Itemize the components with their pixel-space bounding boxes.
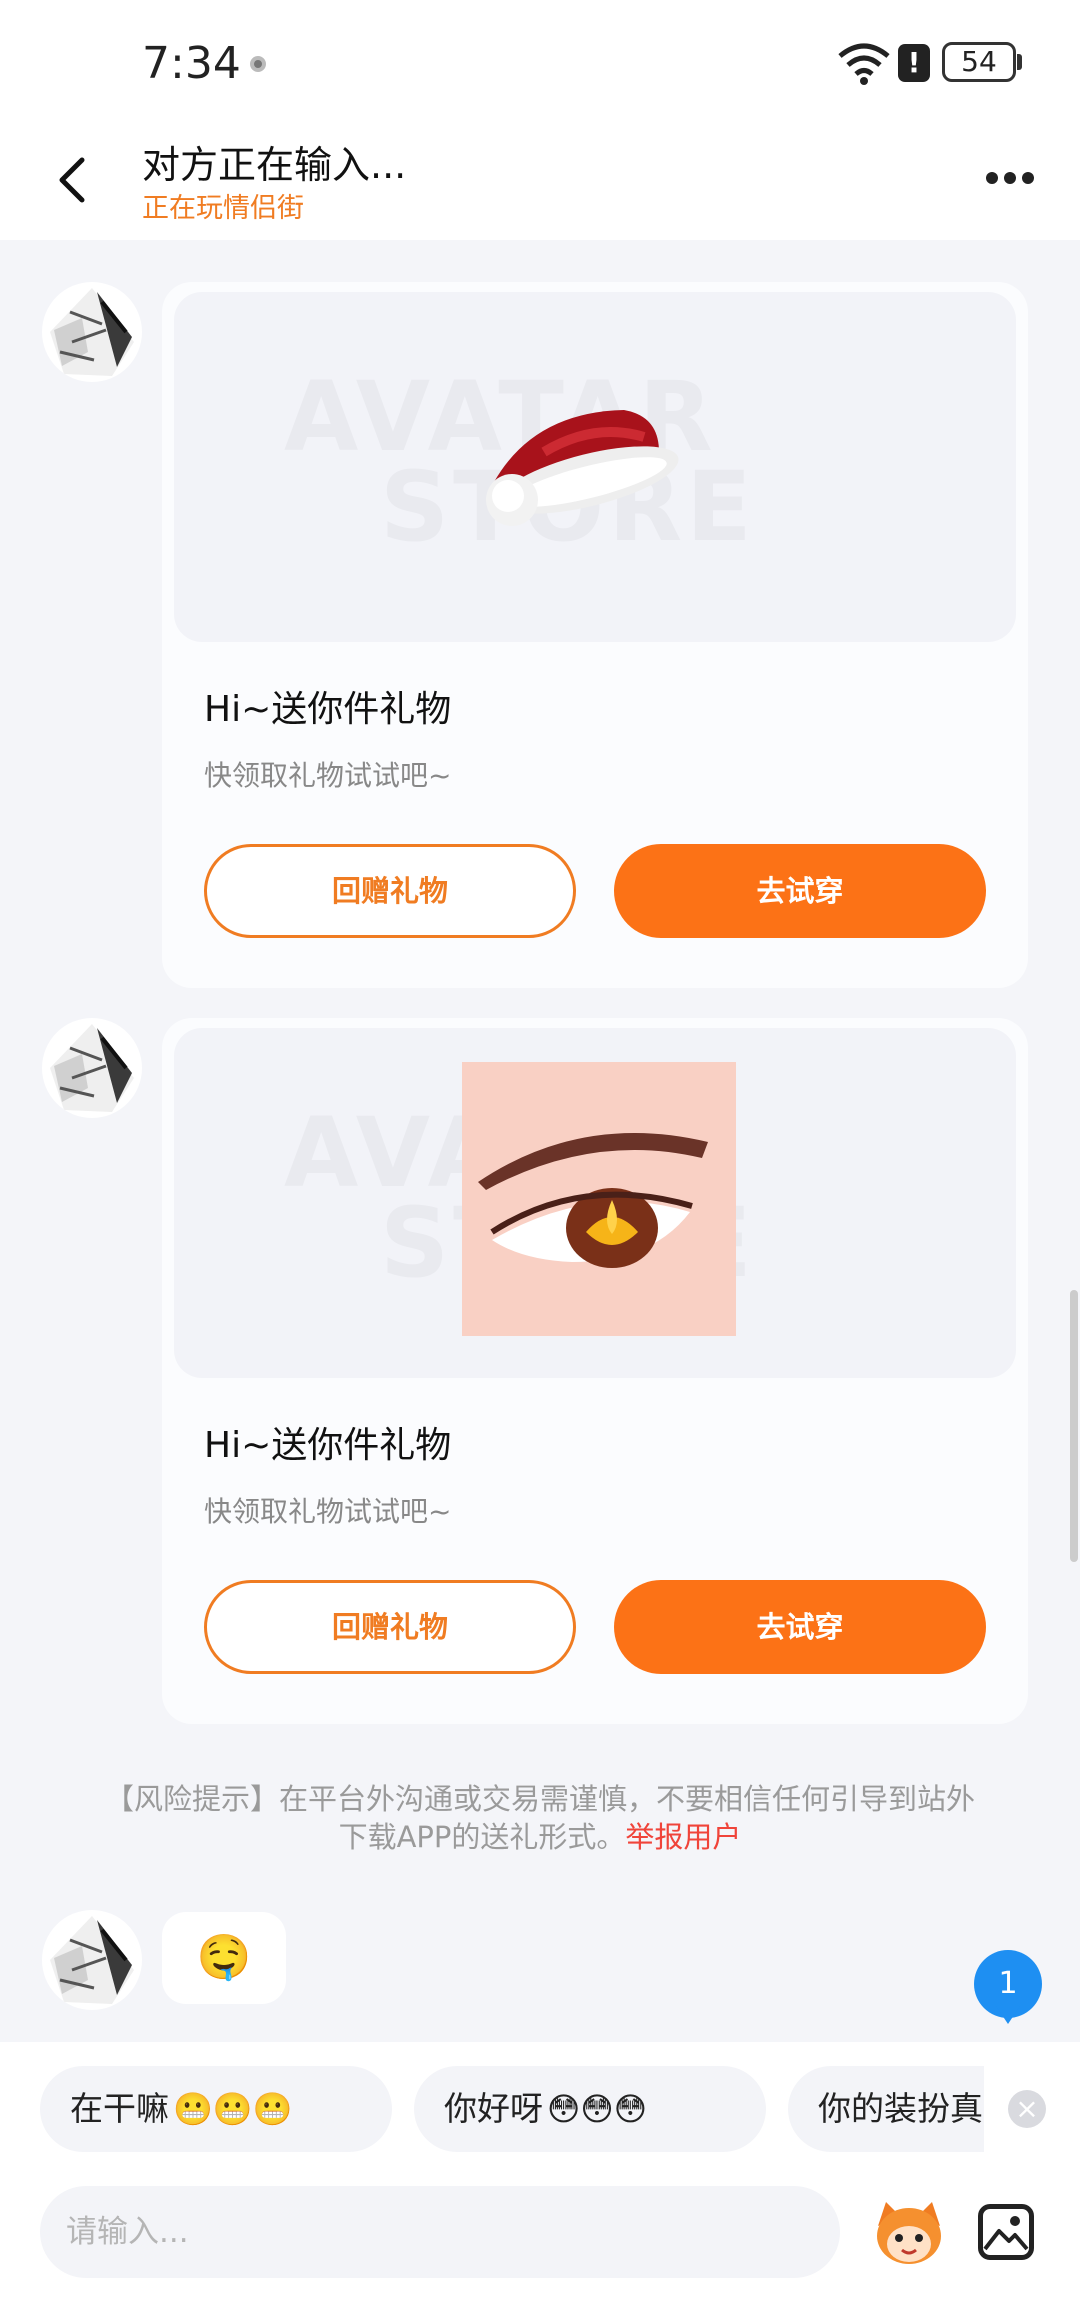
surprised-emoji-icon: 😳😳😳	[547, 2090, 648, 2128]
mascot-sticker-icon[interactable]	[872, 2196, 946, 2268]
return-gift-button[interactable]: 回赠礼物	[204, 1580, 576, 1674]
gift-desc: 快领取礼物试试吧~	[204, 1495, 452, 1528]
chat-subtitle[interactable]: 正在玩情侣街	[142, 186, 304, 225]
gift-title: Hi~送你件礼物	[204, 689, 452, 730]
message-input[interactable]	[40, 2186, 840, 2278]
try-on-button[interactable]: 去试穿	[614, 1580, 986, 1674]
santa-hat-icon	[486, 410, 679, 526]
chat-title: 对方正在输入...	[142, 143, 407, 187]
image-picker-icon[interactable]	[978, 2204, 1034, 2260]
grin-emoji-icon: 😬😬😬	[173, 2090, 293, 2128]
more-options-icon[interactable]	[986, 172, 1034, 186]
quick-reply-label: 你好呀	[444, 2089, 543, 2128]
message-input-container	[40, 2186, 840, 2278]
quick-reply-chip[interactable]: 在干嘛 😬😬😬	[40, 2066, 392, 2152]
report-user-link[interactable]: 举报用户	[625, 1820, 741, 1854]
risk-notice-text: 【风险提示】在平台外沟通或交易需谨慎，不要相信任何引导到站外下载APP的送礼形式…	[104, 1782, 975, 1854]
gift-title: Hi~送你件礼物	[204, 1425, 452, 1466]
quick-reply-label: 在干嘛	[70, 2089, 169, 2128]
try-on-button[interactable]: 去试穿	[614, 844, 986, 938]
wifi-icon	[838, 43, 890, 85]
return-gift-button[interactable]: 回赠礼物	[204, 844, 576, 938]
battery-icon: 54	[942, 42, 1016, 82]
sender-avatar[interactable]	[42, 282, 142, 382]
alert-icon: !	[898, 44, 930, 82]
back-arrow-icon[interactable]	[56, 156, 88, 204]
quick-reply-chip[interactable]: 你的装扮真	[788, 2066, 984, 2152]
risk-notice: 【风险提示】在平台外沟通或交易需谨慎，不要相信任何引导到站外下载APP的送礼形式…	[96, 1780, 984, 1856]
status-time: 7:34	[142, 38, 241, 89]
quick-reply-label: 你的装扮真	[818, 2089, 983, 2128]
scrollbar[interactable]	[1070, 1290, 1078, 1562]
gift-desc: 快领取礼物试试吧~	[204, 759, 452, 792]
sender-avatar[interactable]	[42, 1018, 142, 1118]
close-quick-replies-icon[interactable]: ×	[1008, 2090, 1046, 2128]
recording-dot-icon	[250, 56, 266, 72]
battery-tip	[1017, 54, 1022, 70]
unread-badge-tail	[996, 2006, 1020, 2024]
sender-avatar[interactable]	[42, 1910, 142, 2010]
eye-item-icon	[462, 1062, 736, 1336]
gift-preview[interactable]: AVATAR STORE	[174, 1028, 1016, 1378]
gift-card: AVATAR STORE Hi~送你件礼物 快领取礼物试试吧~ 回赠礼物 去试穿	[162, 282, 1028, 988]
quick-reply-chip[interactable]: 你好呀 😳😳😳	[414, 2066, 766, 2152]
gift-preview[interactable]: AVATAR STORE	[174, 292, 1016, 642]
emoji-message-bubble[interactable]: 🤤	[162, 1912, 286, 2004]
gift-card: AVATAR STORE Hi~送你件礼物 快领取礼物试试吧~ 回赠礼物 去试穿	[162, 1018, 1028, 1724]
